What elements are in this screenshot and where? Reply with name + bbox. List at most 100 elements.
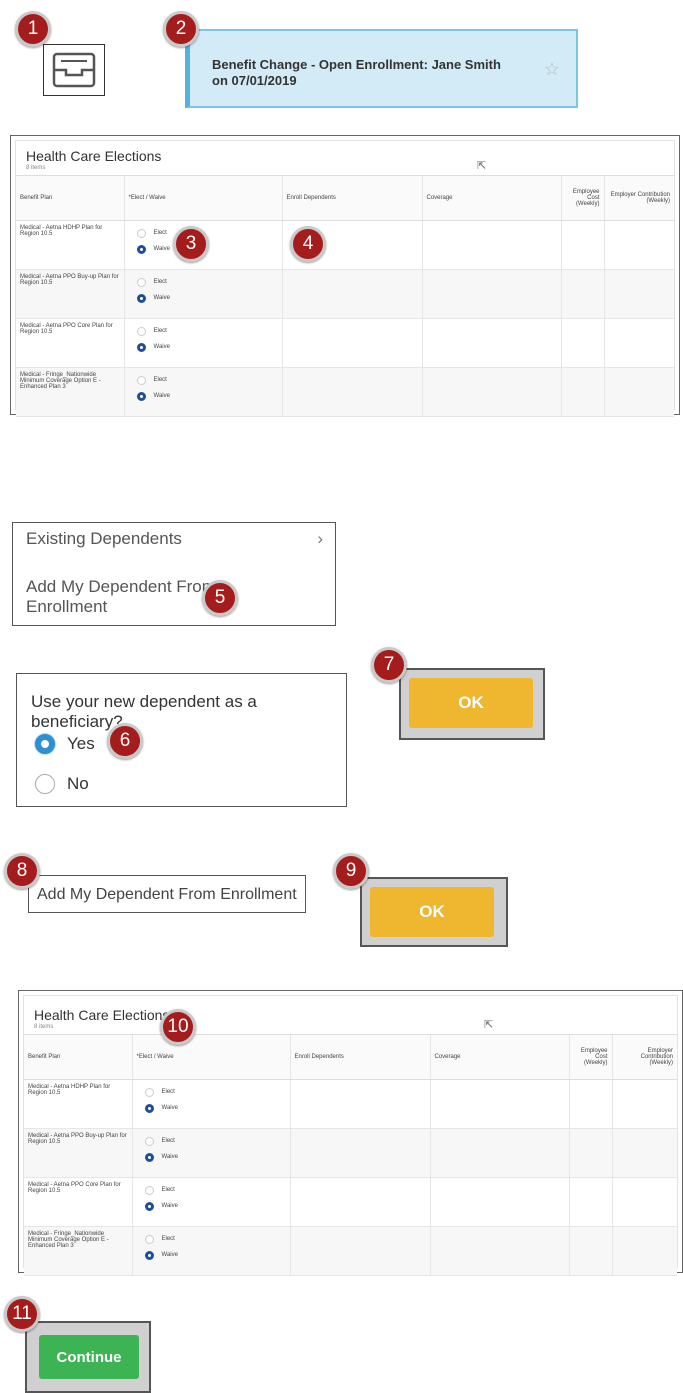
waive-option[interactable]: Waive: [137, 1149, 286, 1165]
elect-option[interactable]: Elect: [129, 372, 278, 388]
elect-label: Elect: [161, 1187, 175, 1193]
elect-option[interactable]: Elect: [137, 1084, 286, 1100]
waive-label: Waive: [153, 344, 170, 350]
elect-radio[interactable]: [136, 228, 146, 238]
task-title: Benefit Change - Open Enrollment: Jane S…: [212, 57, 501, 88]
elect-radio[interactable]: [144, 1185, 154, 1195]
star-icon[interactable]: ☆: [544, 59, 560, 80]
ok-button-frame: OK: [360, 877, 508, 947]
inbox-icon[interactable]: [43, 44, 105, 96]
employee-cost-cell: [568, 1079, 612, 1129]
enroll-dependents-cell[interactable]: [281, 269, 422, 319]
yes-radio[interactable]: [35, 734, 55, 754]
employer-contribution-cell: [603, 367, 674, 417]
elect-label: Elect: [153, 328, 167, 334]
col-coverage: Coverage: [421, 175, 561, 221]
waive-option[interactable]: Waive: [129, 290, 278, 306]
elect-radio[interactable]: [144, 1234, 154, 1244]
col-elect-waive: *Elect / Waive: [131, 1034, 290, 1080]
enroll-dependents-cell[interactable]: [289, 1177, 430, 1227]
beneficiary-no-option[interactable]: No: [35, 774, 89, 794]
step-badge-5: 5: [202, 580, 238, 616]
table-row: Medical - Aetna HDHP Plan for Region 10.…: [16, 220, 674, 270]
elect-radio[interactable]: [136, 375, 146, 385]
waive-option[interactable]: Waive: [129, 339, 278, 355]
table-row: Medical - Fringe_Nationwide Minimum Cove…: [24, 1226, 677, 1276]
menu-item-existing-dependents[interactable]: Existing Dependents: [26, 529, 182, 549]
beneficiary-yes-option[interactable]: Yes: [35, 734, 95, 754]
continue-button[interactable]: Continue: [39, 1335, 139, 1379]
continue-button-frame: Continue: [25, 1321, 151, 1393]
add-dependent-field[interactable]: Add My Dependent From Enrollment: [28, 875, 306, 913]
waive-radio[interactable]: [144, 1250, 154, 1260]
col-elect-waive: *Elect / Waive: [123, 175, 282, 221]
employer-contribution-cell: [611, 1226, 677, 1276]
coverage-cell: [421, 220, 561, 270]
waive-option[interactable]: Waive: [137, 1247, 286, 1263]
health-care-elections-frame: Health Care Elections 8 items ⇱ Benefit …: [15, 140, 675, 417]
elections-table: Benefit Plan *Elect / Waive Enroll Depen…: [24, 1034, 677, 1276]
col-benefit-plan: Benefit Plan: [24, 1034, 132, 1080]
waive-label: Waive: [161, 1105, 178, 1111]
dependents-menu: Existing Dependents › Add My Dependent F…: [12, 522, 336, 626]
waive-option[interactable]: Waive: [137, 1100, 286, 1116]
enroll-dependents-cell[interactable]: [281, 367, 422, 417]
ok-button[interactable]: OK: [370, 887, 494, 937]
elect-label: Elect: [161, 1138, 175, 1144]
coverage-cell: [421, 269, 561, 319]
waive-radio[interactable]: [136, 391, 146, 401]
no-radio[interactable]: [35, 774, 55, 794]
step-badge-9: 9: [333, 853, 369, 889]
enroll-dependents-cell[interactable]: [289, 1128, 430, 1178]
elect-option[interactable]: Elect: [129, 274, 278, 290]
chevron-right-icon[interactable]: ›: [317, 529, 323, 549]
step-badge-3: 3: [173, 226, 209, 262]
beneficiary-question-box: Use your new dependent as a beneficiary?…: [16, 673, 347, 807]
waive-radio[interactable]: [144, 1201, 154, 1211]
elect-radio[interactable]: [136, 277, 146, 287]
step-badge-8: 8: [4, 853, 40, 889]
employee-cost-cell: [560, 367, 604, 417]
employee-cost-cell: [560, 220, 604, 270]
elect-option[interactable]: Elect: [137, 1231, 286, 1247]
col-employee-cost: Employee Cost (Weekly): [568, 1034, 612, 1080]
waive-radio[interactable]: [144, 1152, 154, 1162]
menu-item-add-dependent[interactable]: Add My Dependent From Enrollment: [26, 577, 226, 617]
elect-option[interactable]: Elect: [137, 1133, 286, 1149]
plan-name: Medical - Aetna PPO Core Plan for Region…: [24, 1177, 132, 1227]
enroll-dependents-cell[interactable]: [281, 318, 422, 368]
task-card[interactable]: Benefit Change - Open Enrollment: Jane S…: [185, 29, 578, 108]
employer-contribution-cell: [603, 318, 674, 368]
ok-button-frame: OK: [399, 668, 545, 740]
coverage-cell: [429, 1128, 569, 1178]
elect-label: Elect: [153, 230, 167, 236]
waive-radio[interactable]: [136, 293, 146, 303]
elections-table: Benefit Plan *Elect / Waive Enroll Depen…: [16, 175, 674, 417]
mouse-cursor-icon: ⇱: [484, 1019, 494, 1031]
elect-radio[interactable]: [144, 1087, 154, 1097]
elect-radio[interactable]: [144, 1136, 154, 1146]
elect-waive-cell: Elect Waive: [131, 1079, 290, 1129]
ok-button[interactable]: OK: [409, 678, 533, 728]
waive-radio[interactable]: [136, 342, 146, 352]
employee-cost-cell: [568, 1226, 612, 1276]
elect-option[interactable]: Elect: [137, 1182, 286, 1198]
step-badge-4: 4: [290, 226, 326, 262]
elect-label: Elect: [161, 1089, 175, 1095]
plan-name: Medical - Aetna PPO Buy-up Plan for Regi…: [16, 269, 124, 319]
elect-option[interactable]: Elect: [129, 323, 278, 339]
elect-waive-cell: Elect Waive: [123, 269, 282, 319]
enroll-dependents-cell[interactable]: [289, 1226, 430, 1276]
yes-label: Yes: [67, 734, 95, 753]
waive-option[interactable]: Waive: [137, 1198, 286, 1214]
elect-radio[interactable]: [136, 326, 146, 336]
enroll-dependents-cell[interactable]: [289, 1079, 430, 1129]
waive-radio[interactable]: [136, 244, 146, 254]
elect-waive-cell: Elect Waive: [123, 367, 282, 417]
plan-name: Medical - Aetna PPO Buy-up Plan for Regi…: [24, 1128, 132, 1178]
col-employer-contribution: Employer Contribution (Weekly): [611, 1034, 677, 1080]
waive-radio[interactable]: [144, 1103, 154, 1113]
table-row: Medical - Aetna PPO Buy-up Plan for Regi…: [16, 269, 674, 319]
panel-title: Health Care Elections: [26, 148, 162, 164]
waive-option[interactable]: Waive: [129, 388, 278, 404]
